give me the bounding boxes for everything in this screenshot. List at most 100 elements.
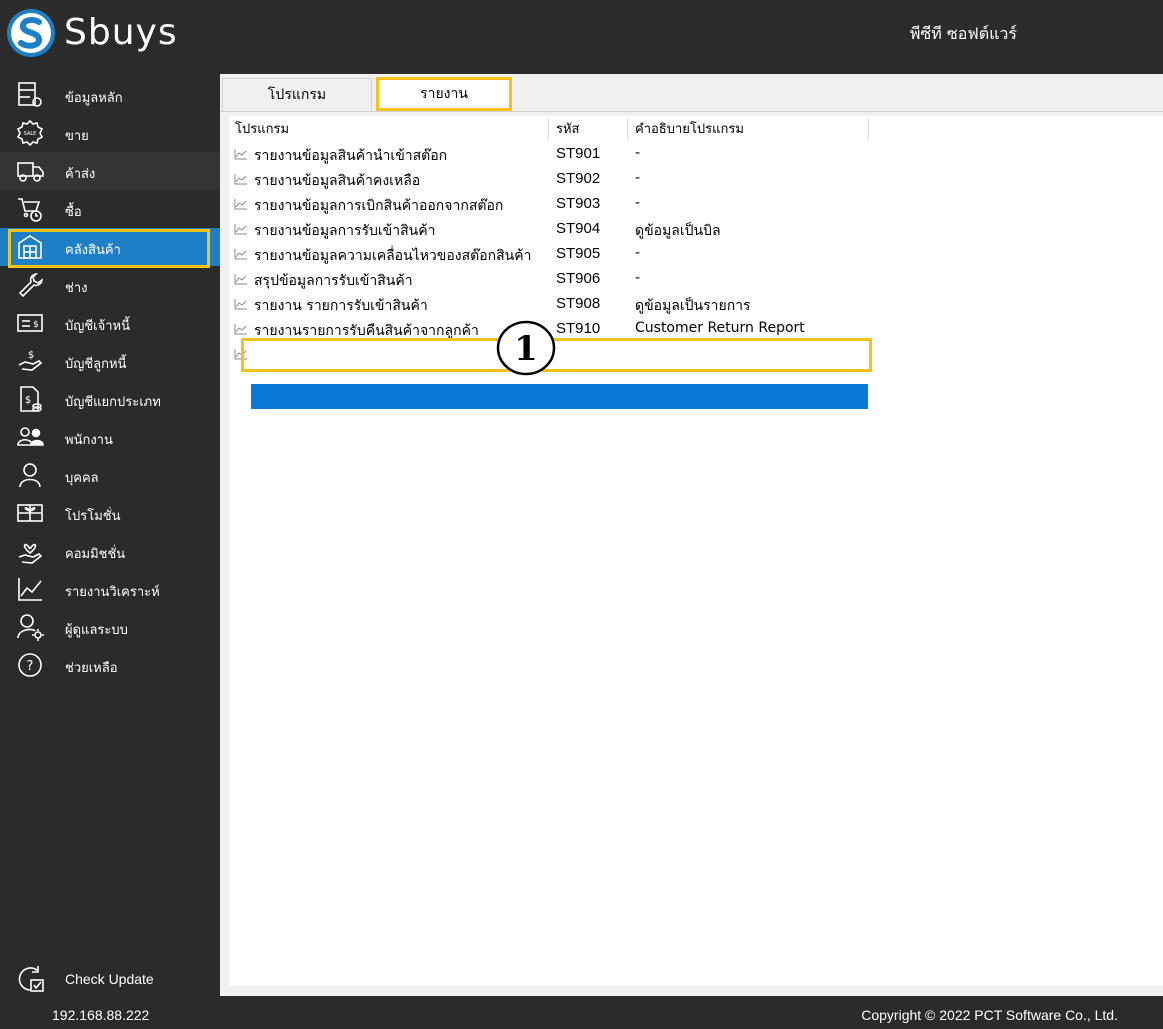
help-icon: ? — [18, 653, 42, 677]
row-description: - — [635, 170, 641, 186]
svg-text:$: $ — [28, 350, 34, 361]
column-header-program[interactable]: โปรแกรม — [235, 119, 289, 141]
row-description: Customer Return Report — [635, 320, 805, 336]
wrench-icon — [18, 272, 43, 298]
sidebar-item-label: คอมมิชชั่น — [65, 547, 126, 562]
row-code: ST903 — [556, 195, 601, 212]
row-code: ST905 — [556, 245, 601, 262]
sidebar-item-receivables[interactable]: $ บัญชีลูกหนี้ — [0, 342, 220, 380]
ip-address: 192.168.88.222 — [52, 1007, 150, 1023]
sidebar-item-admin[interactable]: ผู้ดูแลระบบ — [0, 608, 220, 646]
sidebar-item-label: ขาย — [65, 129, 89, 144]
ledger-icon: $ — [20, 386, 42, 412]
table-row[interactable]: รายงานข้อมูลการเบิกสินค้าออกจากสต๊อก ST9… — [229, 192, 869, 217]
sidebar-item-employees[interactable]: พนักงาน — [0, 418, 220, 456]
copyright-text: Copyright © 2022 PCT Software Co., Ltd. — [861, 1007, 1118, 1023]
sidebar-item-label: ผู้ดูแลระบบ — [65, 623, 128, 638]
check-update-icon — [18, 966, 44, 992]
check-update-button[interactable]: Check Update — [0, 960, 220, 1000]
sidebar-item-wholesale[interactable]: ค้าส่ง — [0, 152, 220, 190]
sidebar-item-label: ค้าส่ง — [65, 167, 96, 182]
cart-clock-icon — [18, 198, 42, 222]
svg-text:$: $ — [25, 395, 31, 406]
column-header-description[interactable]: คำอธิบายโปรแกรม — [635, 119, 744, 141]
table-row[interactable]: รายงานข้อมูลการรับเข้าสินค้า ST904 ดูข้อ… — [229, 217, 869, 242]
sidebar-item-label: โปรโมชั่น — [65, 509, 121, 524]
svg-text:$: $ — [33, 320, 39, 330]
row-code: ST908 — [556, 295, 601, 312]
table-row[interactable]: รายงานข้อมูลความเคลื่อนไหวของสต๊อกสินค้า… — [229, 242, 869, 267]
sale-badge-icon: SALE — [16, 119, 44, 147]
row-program-name: รายงานข้อมูลการรับเข้าสินค้า — [254, 223, 436, 239]
sidebar-item-ledger[interactable]: $ บัญชีแยกประเภท — [0, 380, 220, 418]
svg-text:SALE: SALE — [24, 131, 37, 137]
step-number-badge: 1 — [496, 320, 556, 376]
sidebar-item-label: ข้อมูลหลัก — [65, 91, 123, 106]
sidebar-item-label: ช่วยเหลือ — [65, 661, 118, 676]
table-row[interactable]: รายงาน รายการรับเข้าสินค้า ST908 ดูข้อมู… — [229, 292, 869, 317]
step-number-text: 1 — [514, 329, 538, 369]
sidebar-item-master-data[interactable]: ข้อมูลหลัก — [0, 76, 220, 114]
tab-divider — [220, 111, 1163, 112]
master-data-icon — [18, 82, 42, 107]
table-row[interactable]: สรุปข้อมูลการรับเข้าสินค้า ST906 - — [229, 267, 869, 292]
gift-card-icon — [17, 504, 43, 522]
top-bar: Sbuys พีซีที ซอฟต์แวร์ — [0, 0, 1163, 74]
sidebar-item-label: บุคคล — [65, 471, 99, 486]
employees-icon — [17, 427, 44, 446]
row-program-name: สรุปข้อมูลการรับเข้าสินค้า — [254, 273, 413, 289]
sidebar-item-label: ช่าง — [65, 281, 88, 296]
sidebar-item-commission[interactable]: คอมมิชชั่น — [0, 532, 220, 570]
table-row[interactable]: รายงานข้อมูลสินค้าคงเหลือ ST902 - — [229, 167, 869, 192]
row-description: - — [635, 145, 641, 161]
report-chart-icon — [234, 324, 247, 335]
row-description: ดูข้อมูลเป็นรายการ — [635, 298, 751, 314]
sidebar-item-technician[interactable]: ช่าง — [0, 266, 220, 304]
row-code: ST901 — [556, 145, 601, 162]
row-description: ดูข้อมูลเป็นบิล — [635, 223, 721, 239]
sidebar: ข้อมูลหลัก SALE ขาย ค้าส่ง ซื้อ คลังสินค… — [0, 74, 220, 1029]
sidebar-item-person[interactable]: บุคคล — [0, 456, 220, 494]
row-program-name: รายงานข้อมูลสินค้านำเข้าสต๊อก — [254, 148, 448, 164]
table-row[interactable]: รายงานข้อมูลสินค้านำเข้าสต๊อก ST901 - — [229, 142, 869, 167]
row-description: - — [635, 270, 641, 286]
row-program-name: รายงานข้อมูลความเคลื่อนไหวของสต๊อกสินค้า — [254, 248, 532, 264]
truck-icon — [17, 162, 44, 182]
sidebar-item-promotion[interactable]: โปรโมชั่น — [0, 494, 220, 532]
report-chart-icon — [234, 274, 247, 285]
sidebar-item-sale[interactable]: SALE ขาย — [0, 114, 220, 152]
sidebar-item-analytics[interactable]: รายงานวิเคราะห์ — [0, 570, 220, 608]
column-separator — [548, 118, 549, 140]
report-chart-icon — [234, 149, 247, 160]
company-name: พีซีที ซอฟต์แวร์ — [909, 24, 1017, 43]
sidebar-item-label: รายงานวิเคราะห์ — [65, 585, 160, 600]
tab-report[interactable]: รายงาน — [376, 77, 512, 111]
row-program-name: รายงานข้อมูลการเบิกสินค้าออกจากสต๊อก — [254, 198, 504, 214]
sidebar-item-payables[interactable]: $ บัญชีเจ้าหนี้ — [0, 304, 220, 342]
main-content: โปรแกรม รายงาน โปรแกรม รหัส คำอธิบายโปรแ… — [220, 74, 1163, 996]
admin-icon — [17, 614, 44, 641]
sidebar-item-label: ซื้อ — [65, 205, 82, 220]
column-separator — [627, 118, 628, 140]
check-update-label: Check Update — [65, 971, 154, 987]
person-icon — [19, 463, 41, 488]
hand-money-icon: $ — [18, 350, 43, 371]
brand-name: Sbuys — [64, 12, 178, 53]
tab-program[interactable]: โปรแกรม — [222, 78, 372, 112]
report-chart-icon — [234, 199, 247, 210]
sidebar-item-help[interactable]: ? ช่วยเหลือ — [0, 646, 220, 684]
highlight-frame-warehouse — [8, 229, 210, 268]
report-list: โปรแกรม รหัส คำอธิบายโปรแกรม รายงานข้อมู… — [229, 116, 1163, 986]
sidebar-item-label: พนักงาน — [65, 433, 113, 448]
svg-text:?: ? — [27, 659, 34, 674]
column-header-code[interactable]: รหัส — [556, 119, 580, 141]
row-program-name: รายงาน รายการรับเข้าสินค้า — [254, 298, 428, 314]
report-chart-icon — [234, 249, 247, 260]
row-description: - — [635, 245, 641, 261]
sidebar-item-label: บัญชีแยกประเภท — [65, 395, 161, 410]
sidebar-item-purchase[interactable]: ซื้อ — [0, 190, 220, 228]
row-code: ST910 — [556, 320, 601, 337]
row-code: ST906 — [556, 270, 601, 287]
row-code: ST902 — [556, 170, 601, 187]
report-chart-icon — [234, 174, 247, 185]
